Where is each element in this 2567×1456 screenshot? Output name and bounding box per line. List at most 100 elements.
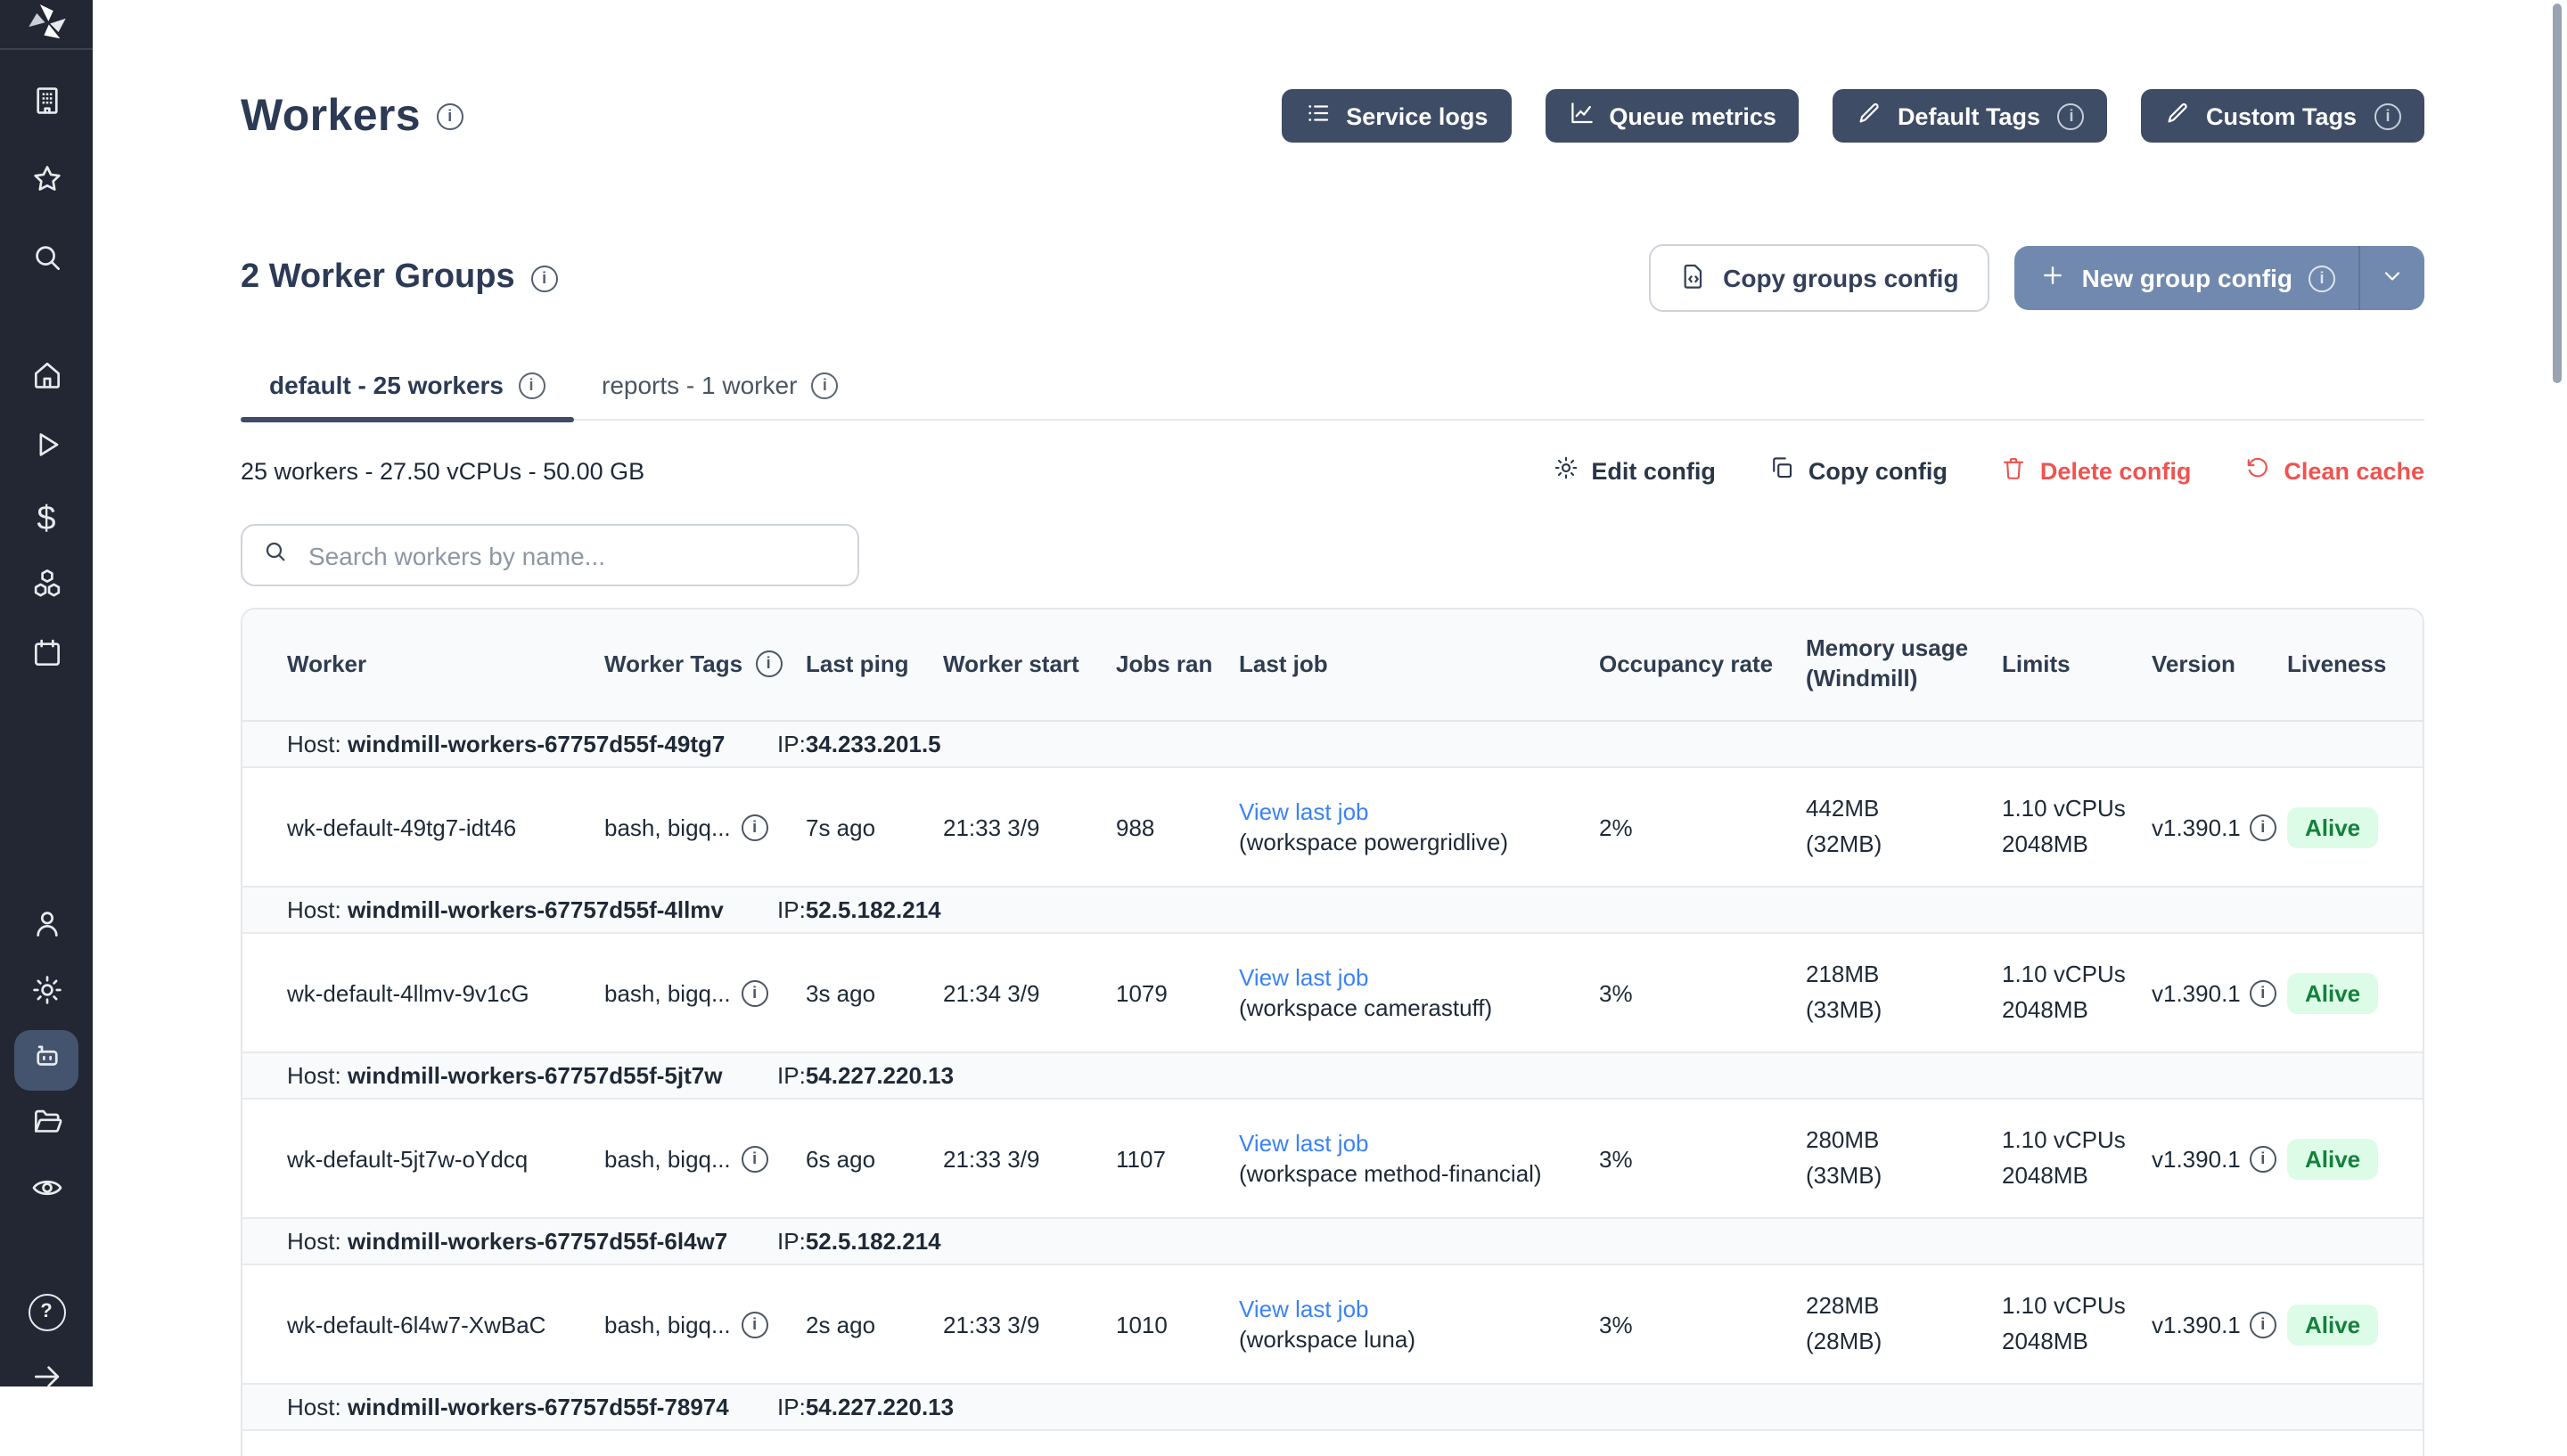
sidebar-item-help[interactable]: ? <box>14 1281 78 1342</box>
sidebar-item-workspace[interactable] <box>14 75 78 135</box>
sidebar-item-folders[interactable] <box>14 1096 78 1157</box>
worker-group-tabs: default - 25 workers i reports - 1 worke… <box>241 355 2424 421</box>
delete-config-button[interactable]: Delete config <box>2001 454 2192 487</box>
col-last-job: Last job <box>1239 650 1599 680</box>
info-icon[interactable]: i <box>742 1145 768 1172</box>
view-last-job-link[interactable]: View last job <box>1239 1130 1585 1157</box>
sidebar-item-workers[interactable] <box>14 1030 78 1091</box>
queue-metrics-button[interactable]: Queue metrics <box>1545 89 1800 143</box>
info-icon[interactable]: i <box>742 1311 768 1337</box>
limits: 1.10 vCPUs2048MB <box>2002 957 2152 1029</box>
info-icon[interactable]: i <box>742 814 768 840</box>
sidebar-item-runs[interactable] <box>14 419 78 479</box>
sidebar-item-users[interactable] <box>14 898 78 959</box>
view-last-job-link[interactable]: View last job <box>1239 798 1585 825</box>
host-row: Host: windmill-workers-67757d55f-4llmv I… <box>242 888 2423 934</box>
copy-config-button[interactable]: Copy config <box>1769 454 1948 487</box>
edit-config-label: Edit config <box>1591 457 1716 484</box>
worker-name: wk-default-6l4w7-XwBaC <box>287 1311 604 1337</box>
tab-default[interactable]: default - 25 workers i <box>241 355 573 419</box>
search-input[interactable] <box>305 539 838 571</box>
new-group-config-dropdown[interactable] <box>2360 246 2424 310</box>
sidebar-item-settings[interactable] <box>14 964 78 1025</box>
info-icon[interactable]: i <box>2374 102 2401 129</box>
info-icon[interactable]: i <box>2250 979 2276 1006</box>
info-icon[interactable]: i <box>437 102 463 129</box>
chart-icon <box>1568 100 1595 132</box>
last-job: View last job (workspace camerastuff) <box>1239 964 1599 1021</box>
view-last-job-link[interactable]: View last job <box>1239 964 1585 991</box>
alive-badge: Alive <box>2287 972 2378 1013</box>
sidebar-item-favorites[interactable] <box>14 153 78 214</box>
info-icon[interactable]: i <box>742 979 768 1006</box>
tab-reports[interactable]: reports - 1 worker i <box>573 355 866 419</box>
new-group-config-button[interactable]: New group config i <box>2014 246 2424 310</box>
jobs-ran: 1010 <box>1116 1311 1239 1337</box>
file-code-icon <box>1678 261 1707 295</box>
gear-icon <box>29 973 63 1016</box>
col-liveness: Liveness <box>2287 650 2423 680</box>
sidebar-item-schedules[interactable] <box>14 627 78 688</box>
memory-usage: 280MB(33MB) <box>1806 1123 2002 1195</box>
copy-groups-config-label: Copy groups config <box>1723 264 1958 292</box>
clean-cache-button[interactable]: Clean cache <box>2244 454 2424 487</box>
pencil-icon <box>2165 100 2192 132</box>
info-icon[interactable]: i <box>2309 265 2335 291</box>
arrow-right-icon <box>29 1360 63 1403</box>
sidebar-item-search[interactable] <box>14 232 78 292</box>
sidebar-item-variables[interactable]: $ <box>14 488 78 549</box>
memory-usage: 228MB(28MB) <box>1806 1288 2002 1361</box>
memory-usage: 218MB(33MB) <box>1806 957 2002 1029</box>
info-icon[interactable]: i <box>2250 1311 2276 1337</box>
last-job-workspace: (workspace method-financial) <box>1239 1160 1585 1187</box>
sidebar-item-home[interactable] <box>14 349 78 410</box>
col-worker-start: Worker start <box>943 650 1116 680</box>
dollar-icon: $ <box>37 502 55 536</box>
workers-table: Worker Worker Tagsi Last ping Worker sta… <box>241 608 2424 1456</box>
service-logs-button[interactable]: Service logs <box>1282 89 1511 143</box>
custom-tags-button[interactable]: Custom Tags i <box>2142 89 2424 143</box>
sidebar-item-audit[interactable] <box>14 1162 78 1223</box>
memory-usage: 442MB(32MB) <box>1806 791 2002 863</box>
info-icon[interactable]: i <box>518 372 545 398</box>
info-icon[interactable]: i <box>2058 102 2085 129</box>
liveness: Alive <box>2287 1304 2423 1345</box>
calendar-icon <box>29 636 63 679</box>
occupancy-rate: 3% <box>1599 1145 1806 1172</box>
play-icon <box>29 428 63 470</box>
windmill-logo[interactable] <box>0 0 93 50</box>
worker-name: wk-default-4llmv-9v1cG <box>287 979 604 1006</box>
copy-groups-config-button[interactable]: Copy groups config <box>1648 244 1989 312</box>
info-icon[interactable]: i <box>811 372 838 398</box>
limits: 1.10 vCPUs2048MB <box>2002 1123 2152 1195</box>
default-tags-label: Default Tags <box>1898 102 2040 129</box>
gear-icon <box>1552 454 1579 487</box>
edit-config-button[interactable]: Edit config <box>1552 454 1716 487</box>
view-last-job-link[interactable]: View last job <box>1239 1296 1585 1322</box>
occupancy-rate: 2% <box>1599 814 1806 840</box>
version: v1.390.1i <box>2152 1311 2287 1337</box>
config-actions: Edit config Copy config Delete config Cl… <box>1552 454 2424 487</box>
sidebar-item-resources[interactable] <box>14 558 78 618</box>
vertical-scrollbar[interactable] <box>2553 4 2562 383</box>
worker-search[interactable] <box>241 524 859 586</box>
worker-row: wk-default-6l4w7-XwBaC bash, bigq...i 2s… <box>242 1265 2423 1385</box>
worker-name: wk-default-49tg7-idt46 <box>287 814 604 840</box>
last-ping: 7s ago <box>806 814 943 840</box>
limits: 1.10 vCPUs2048MB <box>2002 791 2152 863</box>
info-icon[interactable]: i <box>755 651 782 678</box>
info-icon[interactable]: i <box>531 265 558 291</box>
info-icon[interactable]: i <box>2250 1145 2276 1172</box>
info-icon[interactable]: i <box>2250 814 2276 840</box>
custom-tags-label: Custom Tags <box>2206 102 2357 129</box>
boxes-icon <box>29 567 63 609</box>
pencil-icon <box>1857 100 1883 132</box>
last-job-workspace: (workspace powergridlive) <box>1239 829 1585 855</box>
plus-icon <box>2039 262 2066 294</box>
worker-row: wk-default-5jt7w-oYdcq bash, bigq...i 6s… <box>242 1100 2423 1219</box>
jobs-ran: 1079 <box>1116 979 1239 1006</box>
help-icon: ? <box>28 1293 65 1330</box>
alive-badge: Alive <box>2287 806 2378 847</box>
default-tags-button[interactable]: Default Tags i <box>1833 89 2108 143</box>
sidebar-expand-button[interactable] <box>14 1351 78 1411</box>
